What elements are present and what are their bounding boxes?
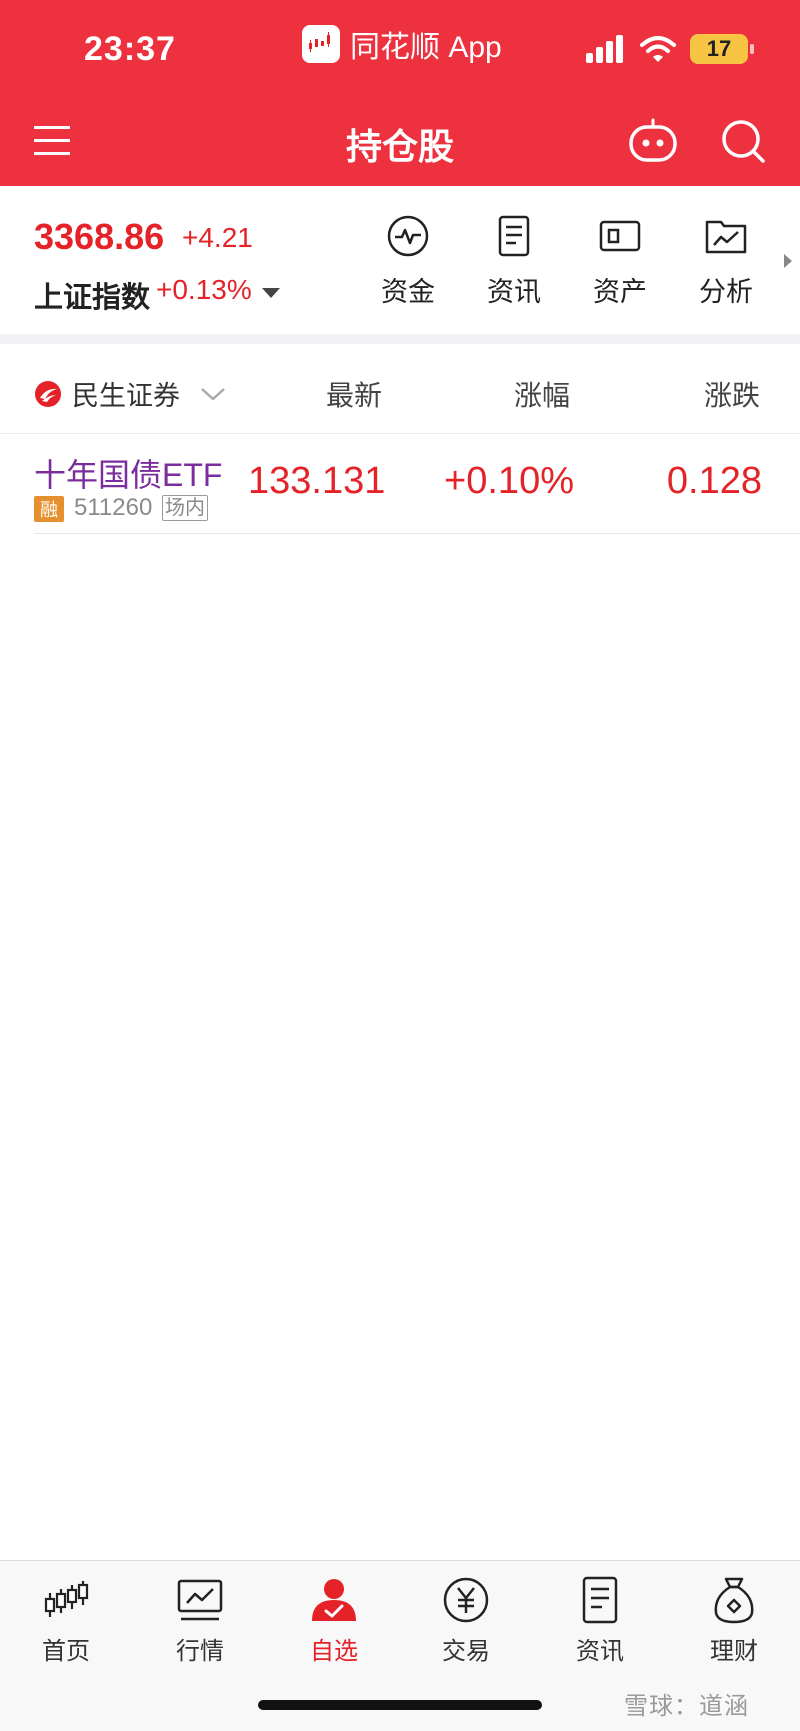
tab-home[interactable]: 首页 [6,1575,126,1666]
home-indicator[interactable] [258,1700,542,1710]
tab-watchlist[interactable]: 自选 [274,1575,394,1666]
minsheng-securities-logo-icon [35,380,61,407]
broker-selector[interactable]: 民生证券 [34,374,226,413]
change-percent: +0.10% [444,460,574,502]
robot-assistant-icon[interactable] [628,118,678,164]
section-divider [0,334,800,344]
column-header-change[interactable]: 涨跌 [704,374,760,414]
broker-name: 民生证券 [72,381,180,411]
scroll-right-arrow-icon[interactable] [784,254,792,268]
margin-trading-badge: 融 [34,496,64,522]
column-header-latest[interactable]: 最新 [326,374,382,414]
quick-action-analysis[interactable]: 分析 [686,214,766,309]
row-divider [34,533,800,534]
tab-news[interactable]: 资讯 [540,1575,660,1666]
app-logo-icon [302,25,340,63]
index-dropdown-caret-icon[interactable] [262,288,280,298]
quick-action-news[interactable]: 资讯 [474,214,554,309]
latest-price: 133.131 [248,460,386,502]
chevron-down-icon [201,387,225,400]
tab-label: 首页 [42,1638,90,1665]
quick-action-label: 资金 [381,277,435,307]
tab-market[interactable]: 行情 [140,1575,260,1666]
tab-wealth[interactable]: 理财 [674,1575,794,1666]
cellular-signal-icon [586,35,623,63]
column-header-change-percent[interactable]: 涨幅 [514,374,570,414]
quick-action-label: 资讯 [487,277,541,307]
money-bag-icon [714,1577,754,1624]
tab-label: 行情 [176,1638,224,1665]
tab-label: 资讯 [576,1638,624,1665]
tab-label: 自选 [310,1638,358,1665]
wifi-icon [640,36,676,62]
table-row[interactable]: 十年国债ETF 融 511260 场内 133.131 +0.10% 0.128 [0,434,800,534]
index-value[interactable]: 3368.86 [34,216,164,258]
index-name[interactable]: 上证指数 [34,274,150,316]
index-change: +4.21 [182,222,253,253]
battery-indicator: 17 [690,34,754,64]
analysis-icon [705,220,747,254]
tab-label: 理财 [710,1638,758,1665]
price-change: 0.128 [666,460,762,502]
page-title: 持仓股 [345,126,454,167]
stock-name: 十年国债ETF [34,457,223,493]
watchlist-person-icon [312,1579,356,1621]
quick-action-capital[interactable]: 资金 [368,214,448,309]
market-index-bar: 3368.86 +4.21 上证指数 +0.13% 资金 资讯 资产 分析 [0,186,800,334]
market-chart-icon [177,1579,223,1621]
holdings-table-header: 民生证券 最新 涨幅 涨跌 [0,344,800,434]
news-icon [582,1576,618,1624]
status-time: 23:37 [84,30,176,68]
app-header: 23:37 同花顺 App 17 持仓股 [0,0,800,186]
quick-action-label: 分析 [699,277,753,307]
yuan-coin-icon [443,1577,489,1623]
tab-trade[interactable]: 交易 [406,1575,526,1666]
quick-action-label: 资产 [593,277,647,307]
app-switch-pill[interactable]: 同花顺 App [302,22,502,66]
quick-action-assets[interactable]: 资产 [580,214,660,309]
exchange-traded-badge: 场内 [162,495,208,521]
stock-code: 511260 [74,494,153,521]
app-name: 同花顺 App [350,31,502,64]
news-icon [498,215,530,257]
capital-flow-icon [387,215,429,257]
candlestick-icon [44,1581,89,1617]
search-icon[interactable] [720,118,766,164]
tab-label: 交易 [442,1638,490,1665]
assets-icon [599,220,641,252]
index-percent: +0.13% [156,274,252,305]
menu-icon[interactable] [34,124,74,158]
status-indicators: 17 [586,34,754,64]
watermark: 雪球：道涵 [624,1693,749,1720]
